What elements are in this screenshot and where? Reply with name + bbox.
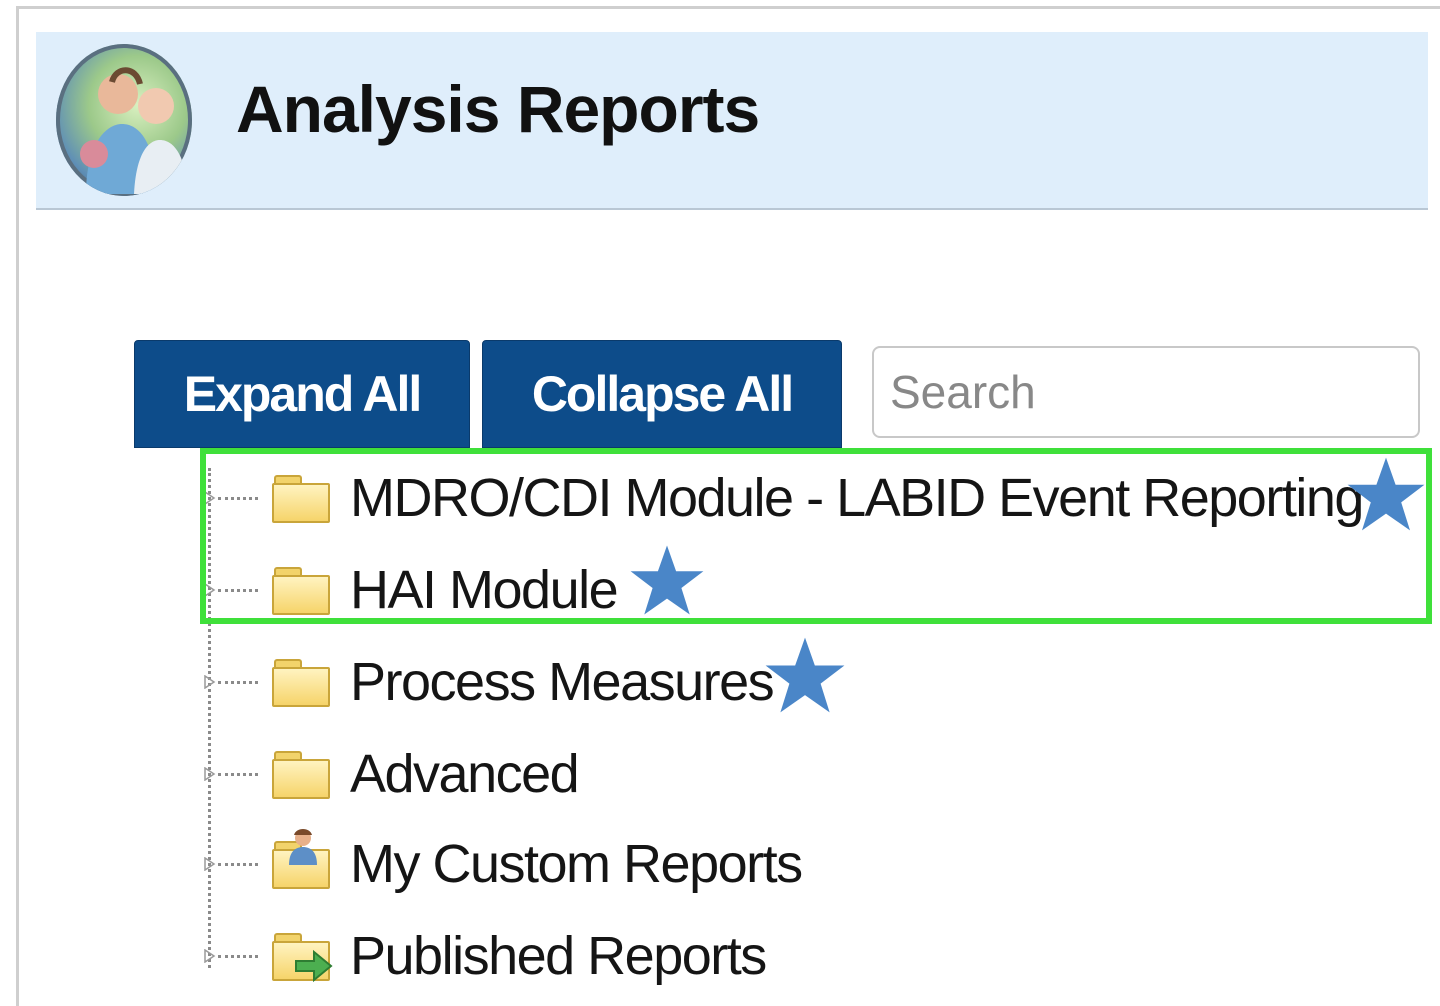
search-input[interactable] (872, 346, 1420, 438)
expand-arrow-icon[interactable] (204, 675, 216, 689)
tree-item-published-reports[interactable]: Published Reports (204, 916, 767, 996)
page-title: Analysis Reports (236, 72, 760, 146)
tree-item-label[interactable]: Published Reports (350, 925, 767, 987)
tree-item-my-custom-reports[interactable]: My Custom Reports (204, 824, 803, 904)
tree-item-label[interactable]: Advanced (350, 743, 580, 805)
tree-connector (218, 680, 258, 684)
expand-all-button[interactable]: Expand All (134, 340, 470, 448)
folder-share-icon (272, 933, 333, 983)
star-icon (765, 637, 845, 713)
tree-item-label[interactable]: My Custom Reports (350, 833, 803, 895)
tree-item-label[interactable]: Process Measures (350, 651, 775, 713)
highlight-box (200, 448, 1432, 624)
tree-item-process-measures[interactable]: Process Measures (204, 642, 775, 722)
expand-arrow-icon[interactable] (204, 857, 216, 871)
folder-icon (272, 659, 330, 707)
collapse-all-button[interactable]: Collapse All (482, 340, 842, 448)
folder-icon (272, 751, 330, 799)
tree-connector (218, 772, 258, 776)
people-photo-avatar-icon (56, 44, 192, 196)
tree-connector (218, 954, 258, 958)
tree-connector (218, 862, 258, 866)
expand-arrow-icon[interactable] (204, 767, 216, 781)
folder-user-icon (272, 829, 330, 889)
tree-item-advanced[interactable]: Advanced (204, 734, 580, 814)
expand-arrow-icon[interactable] (204, 949, 216, 963)
